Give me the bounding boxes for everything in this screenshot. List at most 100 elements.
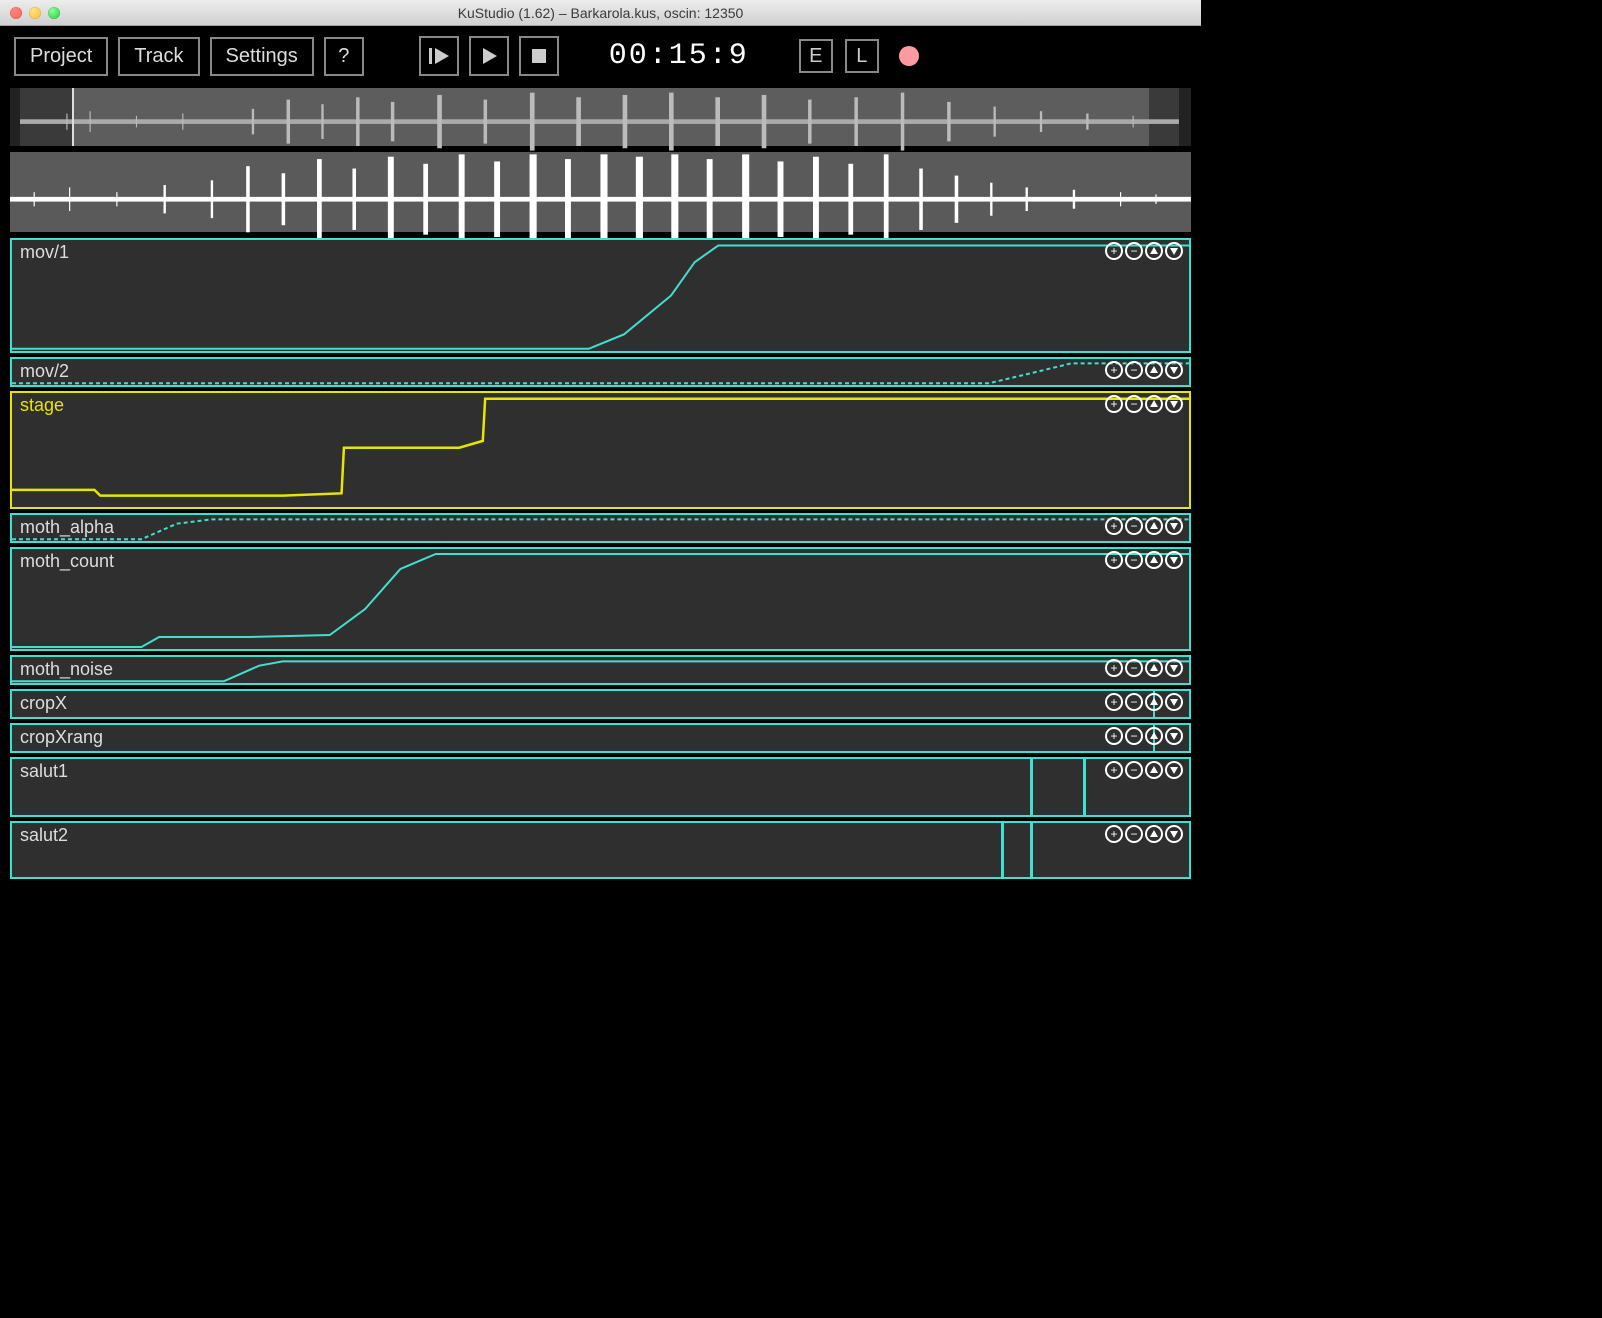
track-controls: + −	[1105, 693, 1183, 711]
track-controls: + −	[1105, 517, 1183, 535]
track-up-button[interactable]	[1145, 242, 1163, 260]
track-moth-count[interactable]: moth_count + −	[10, 547, 1191, 651]
track-down-button[interactable]	[1165, 825, 1183, 843]
track-down-button[interactable]	[1165, 361, 1183, 379]
track-stage[interactable]: stage + −	[10, 391, 1191, 509]
track-up-button[interactable]	[1145, 517, 1163, 535]
track-moth-noise[interactable]: moth_noise + −	[10, 655, 1191, 685]
track-controls: + −	[1105, 727, 1183, 745]
track-up-button[interactable]	[1145, 361, 1163, 379]
track-down-button[interactable]	[1165, 761, 1183, 779]
track-mov-2[interactable]: mov/2 + −	[10, 357, 1191, 387]
track-moth-alpha[interactable]: moth_alpha + −	[10, 513, 1191, 543]
track-salut2[interactable]: salut2 + −	[10, 821, 1191, 879]
track-plus-button[interactable]: +	[1105, 242, 1123, 260]
settings-menu[interactable]: Settings	[210, 37, 314, 76]
track-down-button[interactable]	[1165, 551, 1183, 569]
zoom-window-button[interactable]	[48, 7, 60, 19]
track-controls: + −	[1105, 361, 1183, 379]
track-minus-button[interactable]: −	[1125, 361, 1143, 379]
track-label: moth_count	[20, 551, 114, 572]
track-minus-button[interactable]: −	[1125, 395, 1143, 413]
track-plus-button[interactable]: +	[1105, 825, 1123, 843]
track-minus-button[interactable]: −	[1125, 693, 1143, 711]
help-button[interactable]: ?	[324, 37, 364, 76]
track-minus-button[interactable]: −	[1125, 761, 1143, 779]
track-down-button[interactable]	[1165, 693, 1183, 711]
track-plus-button[interactable]: +	[1105, 517, 1123, 535]
track-label: cropXrang	[20, 727, 103, 748]
track-controls: + −	[1105, 659, 1183, 677]
event-marker	[1083, 759, 1086, 815]
overview-timeline[interactable]	[10, 88, 1191, 146]
track-up-button[interactable]	[1145, 659, 1163, 677]
track-down-button[interactable]	[1165, 659, 1183, 677]
track-mov-1[interactable]: mov/1 + −	[10, 238, 1191, 353]
track-down-button[interactable]	[1165, 727, 1183, 745]
overview-waveform-icon	[20, 88, 1179, 155]
record-indicator-icon[interactable]	[899, 46, 919, 66]
play-from-start-button[interactable]	[419, 36, 459, 76]
track-up-button[interactable]	[1145, 727, 1163, 745]
track-plus-button[interactable]: +	[1105, 551, 1123, 569]
l-mode-button[interactable]: L	[845, 39, 879, 73]
track-up-button[interactable]	[1145, 825, 1163, 843]
window-titlebar: KuStudio (1.62) – Barkarola.kus, oscin: …	[0, 0, 1201, 26]
project-menu[interactable]: Project	[14, 37, 108, 76]
track-plus-button[interactable]: +	[1105, 693, 1123, 711]
mode-buttons: E L	[799, 39, 919, 73]
automation-curve-icon	[12, 515, 1189, 541]
track-controls: + −	[1105, 825, 1183, 843]
track-cropxrang[interactable]: cropXrang + −	[10, 723, 1191, 753]
track-label: cropX	[20, 693, 67, 714]
transport-controls	[419, 36, 559, 76]
tracks-panel: mov/1 + − mov/2 + − stage + −	[10, 238, 1191, 879]
track-menu[interactable]: Track	[118, 37, 199, 76]
event-marker	[1001, 823, 1004, 877]
track-label: moth_alpha	[20, 517, 114, 538]
automation-curve-icon	[12, 359, 1189, 385]
track-down-button[interactable]	[1165, 517, 1183, 535]
track-minus-button[interactable]: −	[1125, 517, 1143, 535]
track-label: salut1	[20, 761, 68, 782]
track-label: salut2	[20, 825, 68, 846]
overview-playhead[interactable]	[72, 88, 74, 146]
track-plus-button[interactable]: +	[1105, 727, 1123, 745]
track-minus-button[interactable]: −	[1125, 727, 1143, 745]
window-controls	[10, 7, 60, 19]
track-salut1[interactable]: salut1 + −	[10, 757, 1191, 817]
main-waveform[interactable]	[10, 152, 1191, 232]
event-marker	[1030, 823, 1033, 877]
toolbar: Project Track Settings ? 00:15:9 E L	[0, 26, 1201, 86]
track-plus-button[interactable]: +	[1105, 395, 1123, 413]
track-minus-button[interactable]: −	[1125, 242, 1143, 260]
play-from-start-icon	[427, 44, 451, 68]
track-up-button[interactable]	[1145, 761, 1163, 779]
timecode-display: 00:15:9	[609, 39, 749, 73]
track-up-button[interactable]	[1145, 395, 1163, 413]
track-controls: + −	[1105, 395, 1183, 413]
track-controls: + −	[1105, 242, 1183, 260]
track-down-button[interactable]	[1165, 395, 1183, 413]
minimize-window-button[interactable]	[29, 7, 41, 19]
track-up-button[interactable]	[1145, 551, 1163, 569]
track-plus-button[interactable]: +	[1105, 659, 1123, 677]
track-label: mov/1	[20, 242, 69, 263]
track-minus-button[interactable]: −	[1125, 825, 1143, 843]
track-plus-button[interactable]: +	[1105, 761, 1123, 779]
track-minus-button[interactable]: −	[1125, 551, 1143, 569]
track-plus-button[interactable]: +	[1105, 361, 1123, 379]
track-down-button[interactable]	[1165, 242, 1183, 260]
e-mode-button[interactable]: E	[799, 39, 833, 73]
main-waveform-icon	[10, 152, 1191, 246]
track-cropx[interactable]: cropX + −	[10, 689, 1191, 719]
track-minus-button[interactable]: −	[1125, 659, 1143, 677]
event-marker	[1030, 759, 1033, 815]
play-button[interactable]	[469, 36, 509, 76]
track-up-button[interactable]	[1145, 693, 1163, 711]
automation-curve-icon	[12, 240, 1189, 351]
automation-curve-icon	[12, 657, 1189, 683]
stop-button[interactable]	[519, 36, 559, 76]
close-window-button[interactable]	[10, 7, 22, 19]
track-label: stage	[20, 395, 64, 416]
